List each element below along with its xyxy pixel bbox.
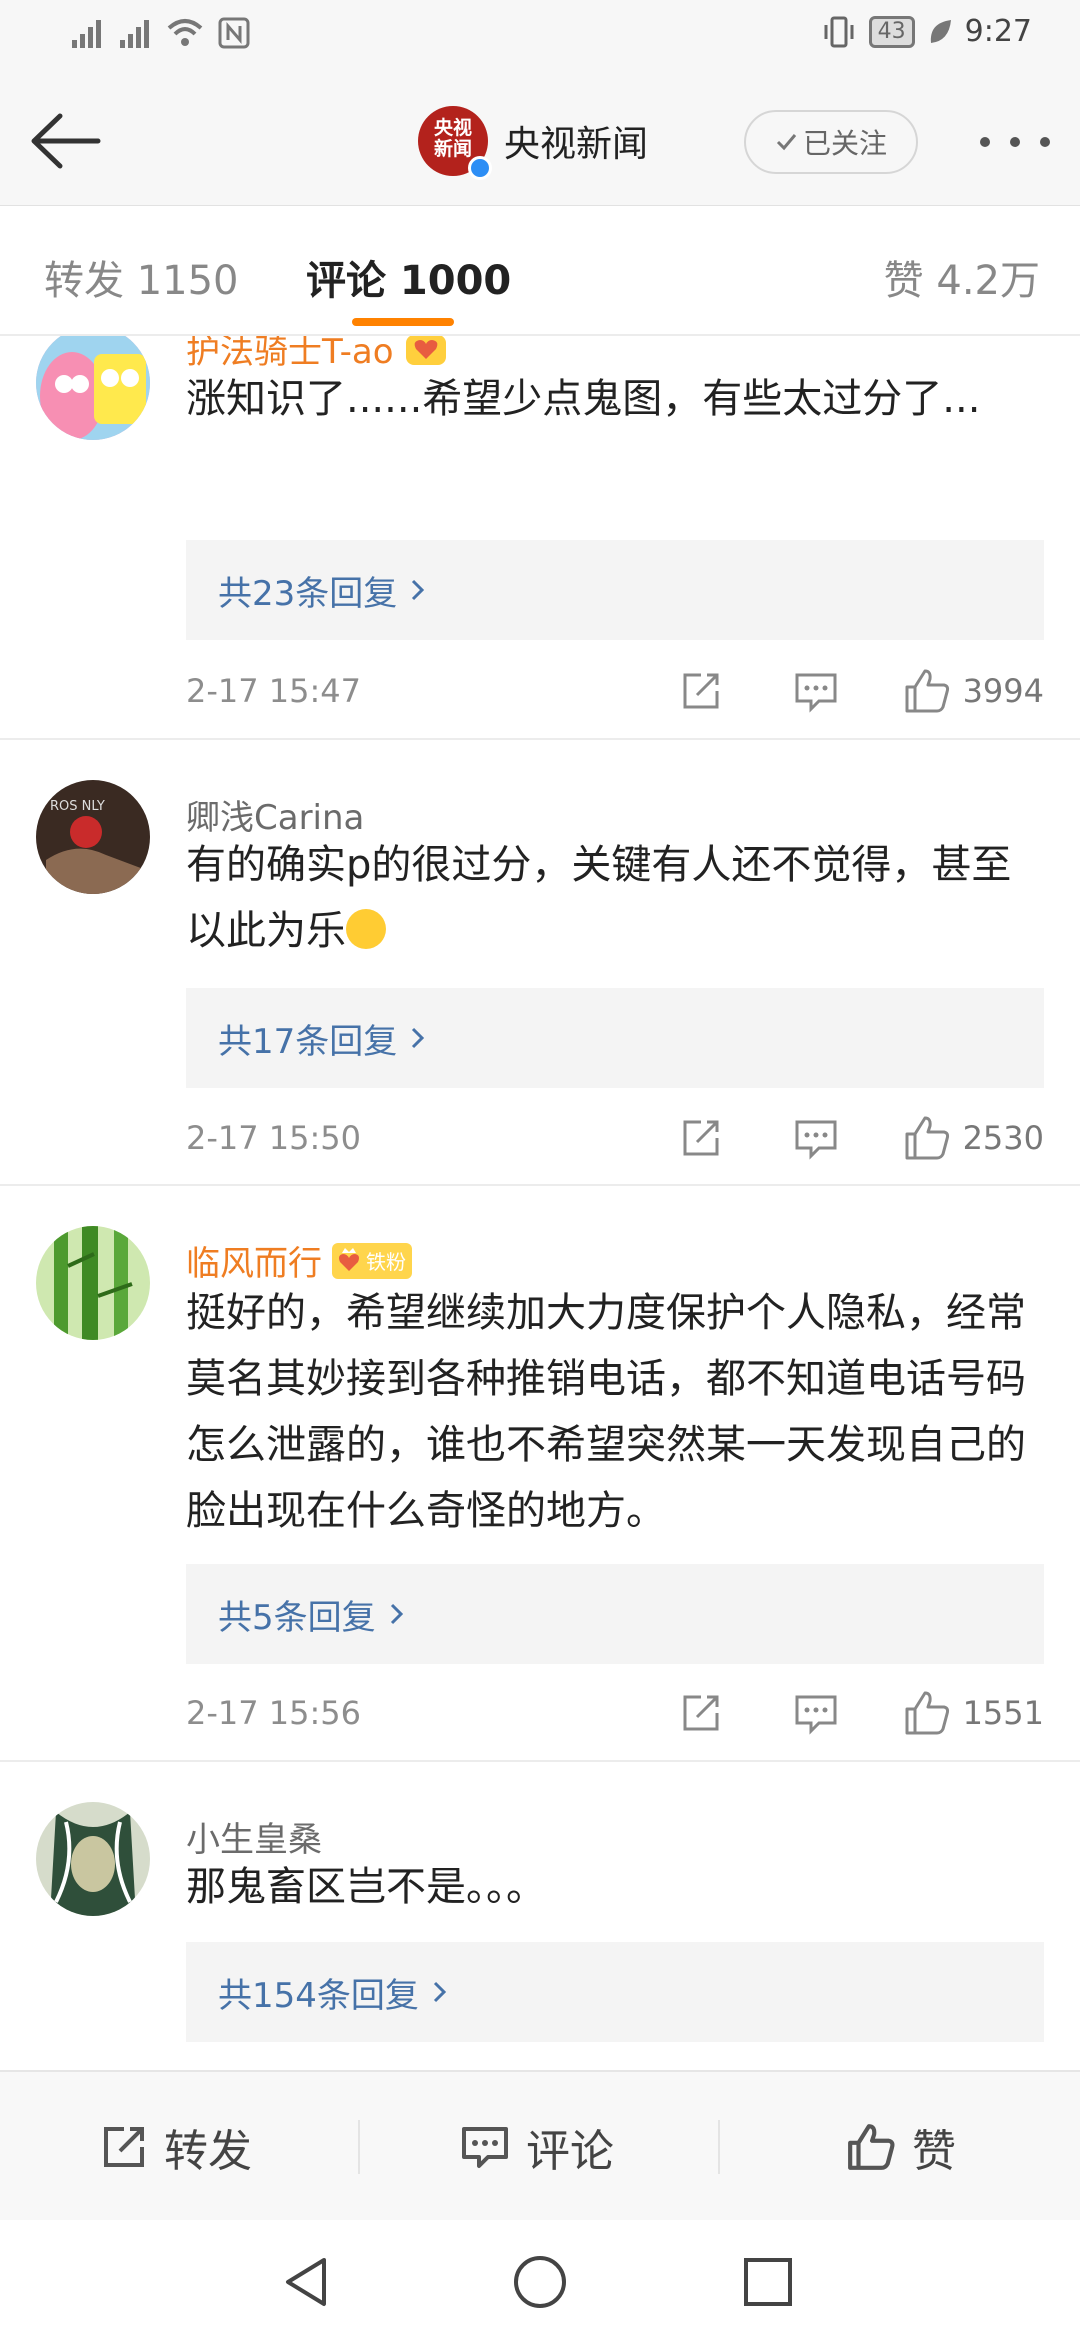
like-count: 2530 [962,1119,1044,1157]
bottom-action-bar: 转发 评论 赞 [0,2070,1080,2220]
like-count: 3994 [962,672,1044,710]
comment-actions: 3994 [679,667,1044,715]
view-replies-button[interactable]: 共17条回复 [186,988,1044,1088]
like-button[interactable]: 3994 [903,667,1044,715]
clock: 9:27 [964,14,1032,49]
reply-icon[interactable] [793,1116,839,1160]
like-label: 赞 [912,2126,956,2177]
following-label: 已关注 [802,127,887,160]
comment-username[interactable]: 临风而行 铁粉 [186,1236,412,1285]
comment-footer: 2-17 15:50 2530 [186,1113,1044,1163]
user-avatar[interactable]: ROS NLY [36,780,150,894]
account-avatar-text: 央视新闻 [433,117,472,160]
comment-text-body: 有的确实p的很过分，关键有人还不觉得，甚至以此为乐 [186,842,1012,954]
nfc-icon [218,17,250,49]
comment-list[interactable]: 护法骑士T-ao 涨知识了......希望少点鬼图，有些太过分了... 共23条… [0,336,1080,2070]
comment-actions: 1551 [679,1689,1044,1737]
battery-level: 43 [868,15,915,48]
nav-home-icon[interactable] [512,2254,568,2310]
comment-text: 涨知识了......希望少点鬼图，有些太过分了... [186,376,981,422]
view-replies-button[interactable]: 共5条回复 [186,1564,1044,1664]
crown-heart-icon [339,1247,359,1271]
comment-button[interactable]: 评论 [460,2072,614,2222]
user-avatar[interactable] [36,336,150,440]
comment-item: 临风而行 铁粉 挺好的，希望继续加大力度保护个人隐私，经常莫名其妙接到各种推销电… [0,1186,1080,1762]
leaf-icon [930,19,951,43]
tab-bar: 转发 1150 评论 1000 赞 4.2万 [0,206,1080,336]
chevron-right-icon [412,1027,425,1049]
view-replies-button[interactable]: 共23条回复 [186,540,1044,640]
account-name[interactable]: 央视新闻 [504,115,648,167]
share-icon[interactable] [679,669,723,713]
view-replies-label: 共23条回复 [218,573,398,614]
account-info[interactable]: 央视新闻 央视新闻 [418,106,648,180]
view-replies-label: 共154条回复 [218,1975,419,2016]
like-post-button[interactable]: 赞 [846,2072,956,2222]
reply-icon[interactable] [793,1691,839,1735]
cell-signal-icon [120,20,149,48]
thumbs-up-icon [905,669,949,713]
nav-recents-icon[interactable] [742,2256,794,2308]
account-avatar[interactable]: 央视新闻 [418,106,492,180]
chevron-right-icon [433,1981,447,2003]
share-icon[interactable] [679,1116,723,1160]
reply-icon[interactable] [793,669,839,713]
checkmark-icon [776,134,797,151]
user-avatar[interactable] [36,1226,150,1340]
tab-likes[interactable]: 赞 4.2万 [884,248,1040,306]
like-button[interactable]: 2530 [903,1114,1044,1162]
back-arrow-icon[interactable] [26,106,106,176]
heart-badge-icon [405,336,446,365]
like-count: 1551 [962,1694,1044,1732]
tab-reposts[interactable]: 转发 1150 [44,248,239,306]
view-replies-label: 共5条回复 [218,1597,376,1638]
share-icon[interactable] [679,1691,723,1735]
comment-time: 2-17 15:56 [186,1694,362,1732]
view-replies-label: 共17条回复 [218,1021,398,1062]
repost-button[interactable]: 转发 [100,2072,252,2222]
cell-signal-icon [72,20,101,48]
system-nav-bar [0,2220,1080,2340]
comment-item: 护法骑士T-ao 涨知识了......希望少点鬼图，有些太过分了... 共23条… [0,336,1080,740]
smirk-emoji-icon [346,909,386,949]
nav-back-icon[interactable] [280,2254,334,2310]
comment-icon [462,2127,508,2168]
vibrate-icon [824,16,854,47]
divider [358,2120,360,2174]
chevron-right-icon [390,1603,403,1625]
divider [718,2120,720,2174]
comment-label: 评论 [526,2126,614,2177]
comment-actions: 2530 [679,1114,1044,1162]
view-replies-button[interactable]: 共154条回复 [186,1942,1044,2042]
comment-text: 挺好的，希望继续加大力度保护个人隐私，经常莫名其妙接到各种推销电话，都不知道电话… [186,1290,1026,1534]
comment-item: 小生皇桑 那鬼畜区岂不是。。。 共154条回复 [0,1762,1080,2070]
wifi-icon [167,19,203,46]
like-button[interactable]: 1551 [903,1689,1044,1737]
svg-text:ROS NLY: ROS NLY [50,799,105,814]
comment-text: 那鬼畜区岂不是。。。 [186,1864,546,1910]
share-icon [104,2127,144,2167]
thumbs-up-icon [848,2124,895,2170]
verified-badge-icon [468,156,492,180]
comment-username-text[interactable]: 临风而行 [186,1236,322,1285]
comment-footer: 2-17 15:47 3994 [186,666,1044,716]
comment-text: 有的确实p的很过分，关键有人还不觉得，甚至以此为乐 [186,832,1046,964]
comment-time: 2-17 15:50 [186,1119,362,1157]
thumbs-up-icon [905,1691,949,1735]
tab-comments[interactable]: 评论 1000 [306,248,511,306]
repost-label: 转发 [164,2126,252,2177]
header: 央视新闻 央视新闻 已关注 [0,76,1080,206]
user-avatar[interactable] [36,1802,150,1916]
status-bar: 43 9:27 [0,0,1080,76]
comment-item: ROS NLY 卿浅Carina 有的确实p的很过分，关键有人还不觉得，甚至以此… [0,740,1080,1186]
fan-badge: 铁粉 [332,1242,412,1279]
comment-time: 2-17 15:47 [186,672,362,710]
following-button[interactable]: 已关注 [744,110,918,174]
fan-badge-label: 铁粉 [366,1250,406,1274]
chevron-right-icon [412,579,425,601]
more-options-icon[interactable] [980,122,1050,162]
comment-footer: 2-17 15:56 1551 [186,1688,1044,1738]
active-tab-indicator [352,318,454,326]
thumbs-up-icon [905,1116,949,1160]
